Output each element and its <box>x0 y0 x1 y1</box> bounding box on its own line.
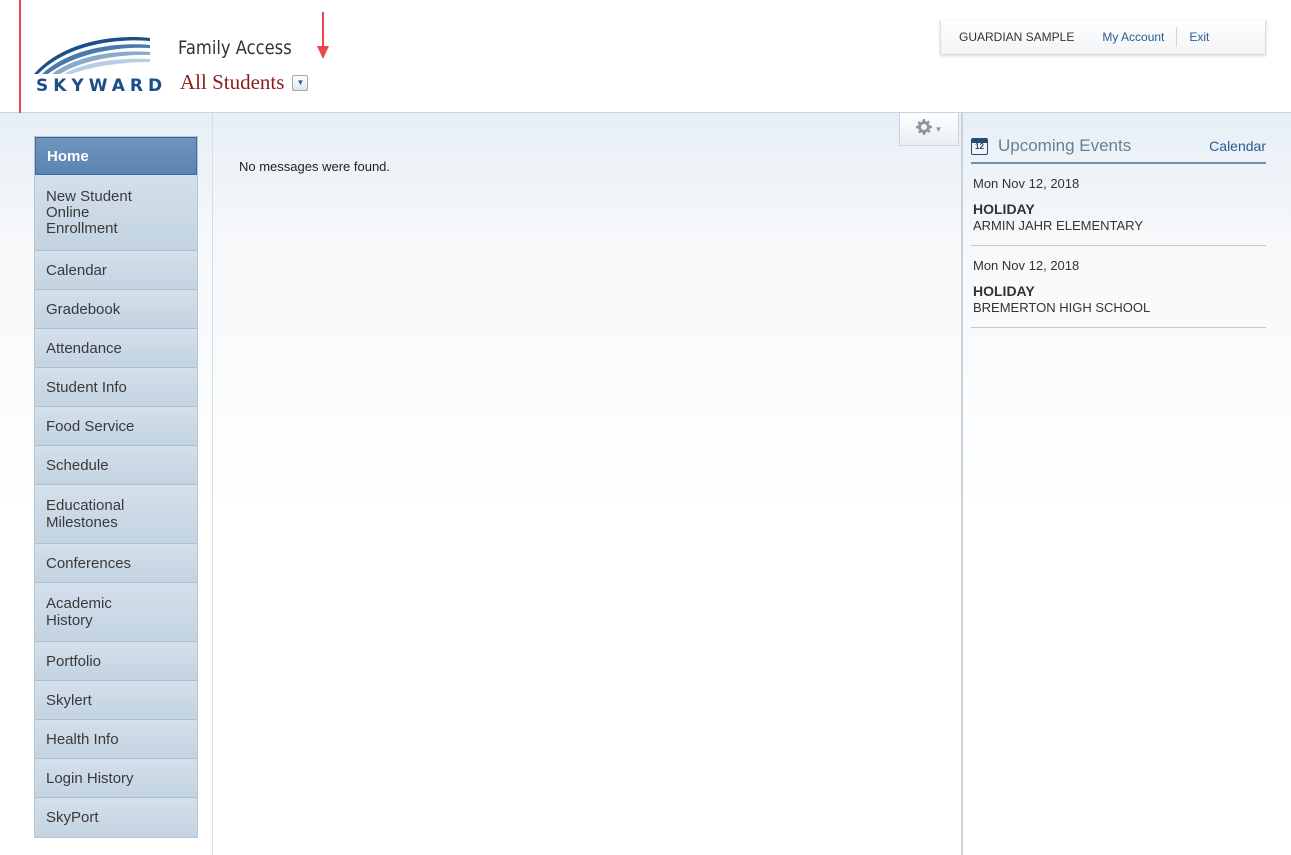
chevron-down-icon[interactable]: ▼ <box>292 74 309 91</box>
divider <box>212 113 213 855</box>
sidebar-item-student-info[interactable]: Student Info <box>35 368 197 407</box>
gear-icon <box>915 118 932 140</box>
sidebar-item-label: Academic History <box>46 595 112 629</box>
sidebar-item-calendar[interactable]: Calendar <box>35 251 197 290</box>
event-item: Mon Nov 12, 2018 HOLIDAY ARMIN JAHR ELEM… <box>971 164 1266 246</box>
header: SKYWARD Family Access All Students ▼ <box>0 0 1291 113</box>
upcoming-events-title: Upcoming Events <box>998 136 1132 155</box>
sidebar-item-label: Educational Milestones <box>46 497 125 531</box>
event-date: Mon Nov 12, 2018 <box>973 176 1080 191</box>
app-name: Family Access <box>178 37 292 59</box>
annotation-arrow-icon <box>317 12 329 59</box>
calendar-icon: 12 <box>971 137 988 155</box>
my-account-link[interactable]: My Account <box>1102 30 1164 44</box>
upcoming-events-panel: 12 Upcoming Events Calendar Mon Nov 12, … <box>971 130 1266 328</box>
sidebar-item-login-history[interactable]: Login History <box>35 759 197 798</box>
chevron-down-icon: ▼ <box>934 124 943 134</box>
logo-wordmark: SKYWARD <box>36 76 168 96</box>
logo-swoosh-icon <box>34 37 150 74</box>
exit-link[interactable]: Exit <box>1189 30 1209 44</box>
event-location: ARMIN JAHR ELEMENTARY <box>973 218 1143 233</box>
skyward-logo: SKYWARD <box>32 28 162 98</box>
event-item: Mon Nov 12, 2018 HOLIDAY BREMERTON HIGH … <box>971 246 1266 328</box>
sidebar-item-schedule[interactable]: Schedule <box>35 446 197 485</box>
student-selector[interactable]: All Students ▼ <box>180 70 309 95</box>
calendar-link[interactable]: Calendar <box>1209 138 1266 154</box>
sidebar-item-home[interactable]: Home <box>35 137 197 175</box>
messages-empty-text: No messages were found. <box>239 159 391 174</box>
sidebar-nav: Home New Student Online Enrollment Calen… <box>34 136 198 838</box>
sidebar-item-food-service[interactable]: Food Service <box>35 407 197 446</box>
sidebar-item-conferences[interactable]: Conferences <box>35 544 197 583</box>
event-title: HOLIDAY <box>973 201 1035 217</box>
event-location: BREMERTON HIGH SCHOOL <box>973 300 1151 315</box>
sidebar-item-portfolio[interactable]: Portfolio <box>35 642 197 681</box>
event-title: HOLIDAY <box>973 283 1035 299</box>
upcoming-events-header: 12 Upcoming Events Calendar <box>971 130 1266 164</box>
student-selector-label: All Students <box>180 70 285 94</box>
sidebar-item-health-info[interactable]: Health Info <box>35 720 197 759</box>
divider <box>1176 27 1178 47</box>
sidebar-item-skylert[interactable]: Skylert <box>35 681 197 720</box>
sidebar-item-academic-history[interactable]: Academic History <box>35 583 197 642</box>
sidebar-item-educational-milestones[interactable]: Educational Milestones <box>35 485 197 544</box>
sidebar-item-new-student-online-enrollment[interactable]: New Student Online Enrollment <box>35 175 197 251</box>
user-name: GUARDIAN SAMPLE <box>959 30 1075 44</box>
sidebar-item-gradebook[interactable]: Gradebook <box>35 290 197 329</box>
divider <box>961 113 963 855</box>
event-date: Mon Nov 12, 2018 <box>973 258 1080 273</box>
settings-button[interactable]: ▼ <box>899 113 959 146</box>
sidebar-item-attendance[interactable]: Attendance <box>35 329 197 368</box>
sidebar-item-skyport[interactable]: SkyPort <box>35 798 197 837</box>
sidebar-item-label: New Student Online Enrollment <box>46 187 132 237</box>
user-bar: GUARDIAN SAMPLE My Account Exit <box>940 20 1266 55</box>
